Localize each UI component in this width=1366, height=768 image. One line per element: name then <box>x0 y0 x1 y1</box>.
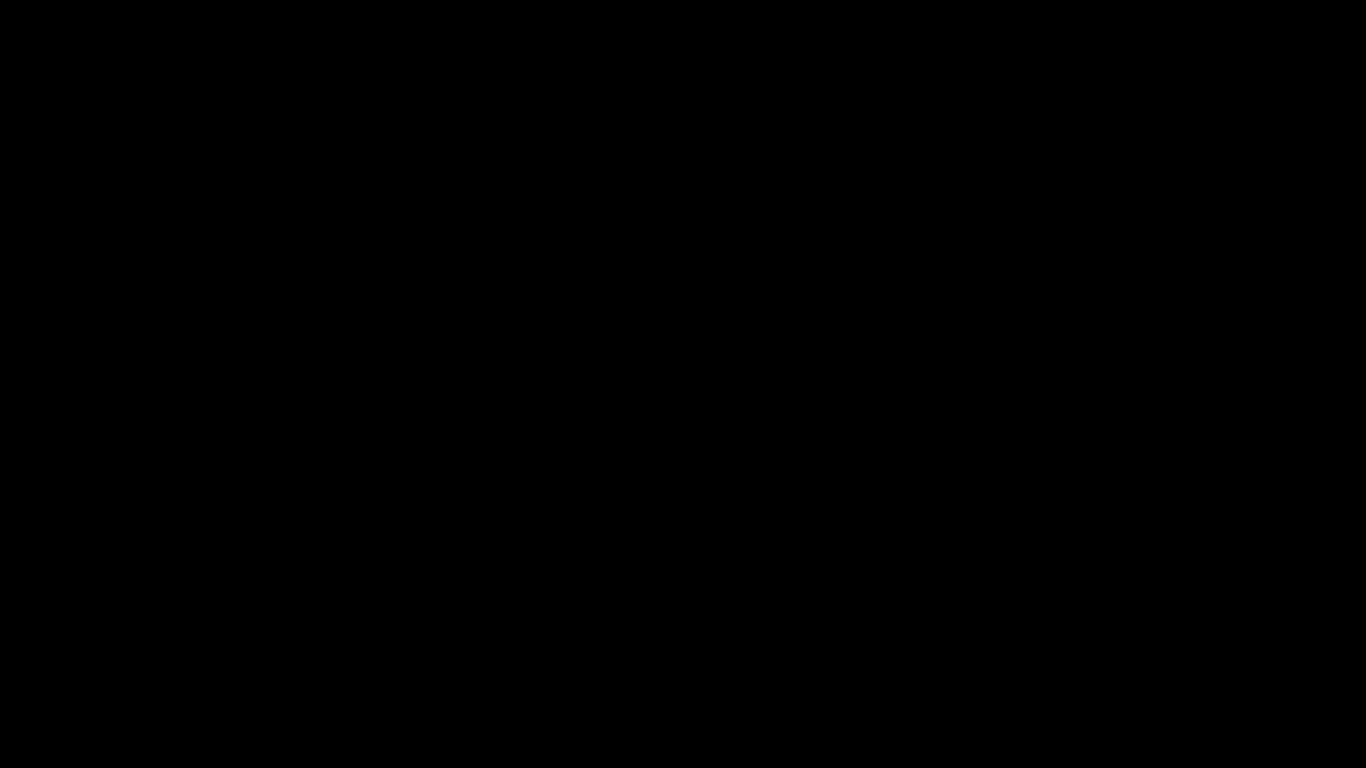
icon-label: Opera <box>0 354 1366 372</box>
shortcut-arrow-icon: ↗ <box>12 524 25 541</box>
iobit-icon: U↗ <box>0 72 1366 92</box>
shortcut-arrow-icon: ↗ <box>14 224 27 241</box>
idm-icon: ↓↗ <box>0 372 1366 392</box>
desktop-icon-eup74[interactable]: EUP 7.4 -Automat... <box>0 632 1366 668</box>
desktop-icon-corel[interactable]: ▶↗CorelScreenC... <box>0 522 1366 578</box>
icon-label: InternetDownlo... <box>0 392 1366 428</box>
shortcut-arrow-icon: ↗ <box>0 280 13 297</box>
icon-label: iTunes <box>0 166 1366 184</box>
shortcut-arrow-icon: ↗ <box>0 708 13 725</box>
desktop-icons: ☻OKTAYGÖRGÜLÜU↗IObitUninstallerBilgisaya… <box>0 18 1366 768</box>
opera-icon: ↗ <box>0 334 1366 354</box>
icon-label: VLC mediaplayer <box>0 486 1366 522</box>
steam-icon: ◎↗ <box>0 668 1366 688</box>
scroll-down-icon[interactable]: ∨ <box>0 745 1366 765</box>
geforce-icon: ◉↗ <box>0 222 1366 242</box>
desktop-icon-chrome[interactable]: ↗GoogleChrome <box>0 278 1366 334</box>
itunes-icon: ♪↗ <box>0 146 1366 166</box>
desktop-icon-iobit[interactable]: U↗IObitUninstaller <box>0 72 1366 128</box>
bf1-icon: ↗ <box>0 706 1366 726</box>
chrome-icon: ↗ <box>0 278 1366 298</box>
shortcut-arrow-icon: ↗ <box>8 148 21 165</box>
desktop-icon-bin[interactable]: ♻Çöp <box>0 184 1366 222</box>
desktop-icon-crash[interactable]: crash <box>0 578 1366 596</box>
shortcut-arrow-icon: ↗ <box>0 430 13 447</box>
desktop-icon-steam[interactable]: ◎↗Steam <box>0 668 1366 706</box>
icon-label: OKTAYGÖRGÜLÜ <box>0 36 1366 72</box>
icon-label: GeForceExperience <box>0 242 1366 278</box>
icon-label: Bilgisayarım <box>0 128 1366 146</box>
icon-label: EUP 7.4 -Automat... <box>0 632 1366 668</box>
desktop-icon-geforce[interactable]: ◉↗GeForceExperience <box>0 222 1366 278</box>
desktop-icon-idm[interactable]: ↓↗InternetDownlo... <box>0 372 1366 428</box>
shortcut-arrow-icon: ↗ <box>0 468 13 485</box>
shortcut-arrow-icon: ↗ <box>12 74 25 91</box>
user-folder-icon: ☻ <box>0 18 1366 36</box>
icon-label: AudioWizard <box>0 448 1366 466</box>
shortcut-arrow-icon: ↗ <box>14 670 27 687</box>
bin-icon: ♻ <box>0 184 1366 204</box>
icon-label: Çöp <box>0 204 1366 222</box>
icon-label: Battlefield 1 <box>0 726 1366 744</box>
icon-label: CorelScreenC... <box>0 542 1366 578</box>
shortcut-arrow-icon: ↗ <box>0 336 13 353</box>
desktop-icon-thispc[interactable]: Bilgisayarım <box>0 128 1366 146</box>
corel-icon: ▶↗ <box>0 522 1366 542</box>
icon-label: crash <box>0 578 1366 596</box>
audio-icon: ↗ <box>0 428 1366 448</box>
icon-label: Steam <box>0 688 1366 706</box>
icon-label: IObitUninstaller <box>0 92 1366 128</box>
desktop-icon-audio[interactable]: ↗AudioWizard <box>0 428 1366 466</box>
wallpaper-watermark: WALLPAPERSWIDE.COM <box>0 0 1366 18</box>
desktop: WALLPAPERSWIDE.COM ☻OKTAYGÖRGÜLÜU↗IObitU… <box>0 0 1366 768</box>
desktop-icon-opera[interactable]: ↗Opera <box>0 334 1366 372</box>
desktop-icon-itunes[interactable]: ♪↗iTunes <box>0 146 1366 184</box>
desktop-icon-bf1[interactable]: ↗Battlefield 1 <box>0 706 1366 744</box>
icon-label: GoogleChrome <box>0 298 1366 334</box>
vlc-icon: ↗ <box>0 466 1366 486</box>
desktop-icon-oktay[interactable]: ☻OKTAYGÖRGÜLÜ <box>0 18 1366 72</box>
desktop-icon-vlc[interactable]: ↗VLC mediaplayer <box>0 466 1366 522</box>
desktop-icon-installation[interactable]: installationvia modPa... <box>0 596 1366 632</box>
shortcut-arrow-icon: ↗ <box>8 374 21 391</box>
icon-label: installationvia modPa... <box>0 596 1366 632</box>
